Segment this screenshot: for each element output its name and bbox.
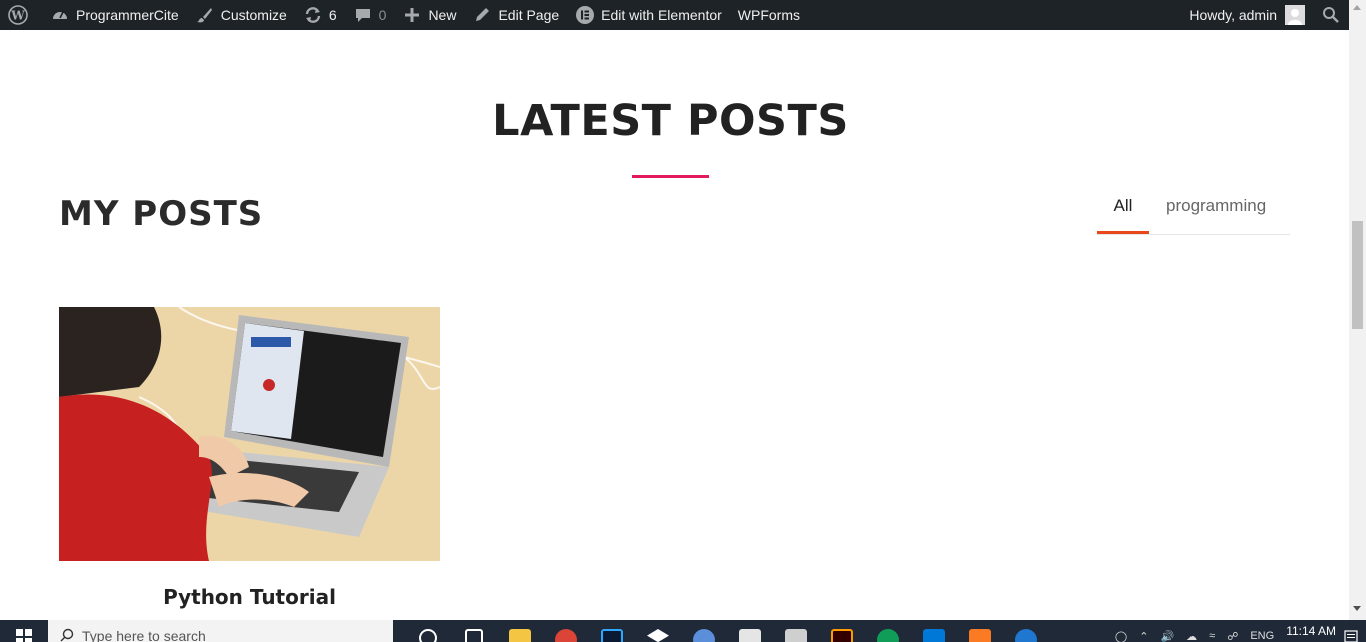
comments-link[interactable]: 0	[345, 0, 395, 30]
task-view-icon[interactable]	[451, 620, 497, 642]
post-title[interactable]: Python Tutorial	[59, 585, 440, 609]
my-account-menu[interactable]: Howdy, admin	[1181, 0, 1313, 30]
onedrive-icon[interactable]: ☁	[1186, 630, 1197, 642]
elementor-icon	[575, 5, 595, 25]
volume-icon[interactable]: 🔊	[1160, 630, 1174, 642]
new-content-menu[interactable]: New	[394, 0, 464, 30]
customize-link[interactable]: Customize	[187, 0, 295, 30]
edit-page-label: Edit Page	[498, 7, 560, 23]
svg-text:W: W	[10, 9, 25, 23]
scroll-up-arrow-icon[interactable]	[1353, 5, 1361, 10]
language-indicator[interactable]: ENG	[1250, 630, 1274, 642]
taskbar-search-placeholder: Type here to search	[82, 628, 206, 642]
taskbar-pinned-apps	[405, 620, 1049, 642]
search-icon	[1321, 5, 1341, 25]
xampp-icon[interactable]	[957, 620, 1003, 642]
filter-tab-all[interactable]: All	[1097, 196, 1149, 234]
site-name-menu[interactable]: ProgrammerCite	[42, 0, 187, 30]
comments-count: 0	[378, 7, 387, 23]
wifi-icon[interactable]: ≈	[1209, 630, 1215, 642]
plus-icon	[402, 5, 422, 25]
taskbar-clock[interactable]: 11:14 AM	[1286, 624, 1336, 638]
scroll-down-arrow-icon[interactable]	[1353, 606, 1361, 611]
paintbrush-icon	[195, 5, 215, 25]
edit-elementor-label: Edit with Elementor	[601, 7, 722, 23]
avatar	[1285, 5, 1305, 25]
howdy-label: Howdy, admin	[1189, 7, 1277, 23]
pencil-icon	[472, 5, 492, 25]
tray-chevron-up-icon[interactable]: ⌃	[1139, 630, 1148, 642]
post-thumbnail[interactable]	[59, 307, 440, 561]
app-globe-icon[interactable]	[681, 620, 727, 642]
customize-label: Customize	[220, 7, 287, 23]
store-icon[interactable]	[727, 620, 773, 642]
photoshop-icon[interactable]	[589, 620, 635, 642]
vscode-icon[interactable]	[911, 620, 957, 642]
new-label: New	[428, 7, 457, 23]
my-posts-heading: MY POSTS	[59, 194, 264, 234]
taskbar-search-box[interactable]: Type here to search	[48, 620, 393, 642]
wordpress-icon: W	[8, 5, 28, 25]
page-scrollbar[interactable]	[1349, 0, 1366, 620]
search-icon	[60, 628, 74, 642]
updates-count: 6	[328, 7, 337, 23]
sync-app-icon[interactable]	[773, 620, 819, 642]
edit-elementor-link[interactable]: Edit with Elementor	[567, 0, 730, 30]
latest-posts-heading: LATEST POSTS	[492, 96, 849, 146]
wp-logo-menu[interactable]: W	[0, 0, 42, 30]
help-icon[interactable]	[1003, 620, 1049, 642]
chrome-alt-icon[interactable]	[865, 620, 911, 642]
search-toggle[interactable]	[1313, 0, 1349, 30]
file-explorer-icon[interactable]	[497, 620, 543, 642]
comment-bubble-icon	[353, 5, 373, 25]
laptop-photo	[59, 307, 440, 561]
wp-admin-bar: W ProgrammerCite Customize 6 0 New Edit …	[0, 0, 1349, 30]
scrollbar-thumb[interactable]	[1352, 221, 1363, 329]
page-content: LATEST POSTS MY POSTS All programming Py…	[0, 30, 1349, 620]
chrome-icon[interactable]	[543, 620, 589, 642]
wpforms-menu[interactable]: WPForms	[730, 0, 808, 30]
edit-page-link[interactable]: Edit Page	[464, 0, 567, 30]
network-icon[interactable]: ☍	[1227, 630, 1238, 642]
site-name-label: ProgrammerCite	[76, 7, 179, 23]
windows-logo-icon	[16, 629, 32, 642]
action-center-icon[interactable]	[1336, 630, 1366, 642]
update-refresh-icon	[303, 5, 323, 25]
heading-divider	[632, 175, 709, 178]
filter-tab-programming[interactable]: programming	[1166, 196, 1266, 234]
updates-link[interactable]: 6	[295, 0, 345, 30]
people-icon[interactable]: ◯	[1115, 630, 1127, 642]
system-tray: ◯ ⌃ 🔊 ☁ ≈ ☍ ENG 11:14 AM	[1109, 620, 1366, 642]
illustrator-icon[interactable]	[819, 620, 865, 642]
dropbox-icon[interactable]	[635, 620, 681, 642]
dashboard-gauge-icon	[50, 5, 70, 25]
wpforms-label: WPForms	[737, 7, 800, 23]
windows-taskbar: Type here to search ◯ ⌃ 🔊 ☁ ≈ ☍ ENG 11:1…	[0, 620, 1366, 642]
cortana-icon[interactable]	[405, 620, 451, 642]
post-filter-tabs: All programming	[1097, 190, 1290, 235]
start-button[interactable]	[0, 620, 48, 642]
